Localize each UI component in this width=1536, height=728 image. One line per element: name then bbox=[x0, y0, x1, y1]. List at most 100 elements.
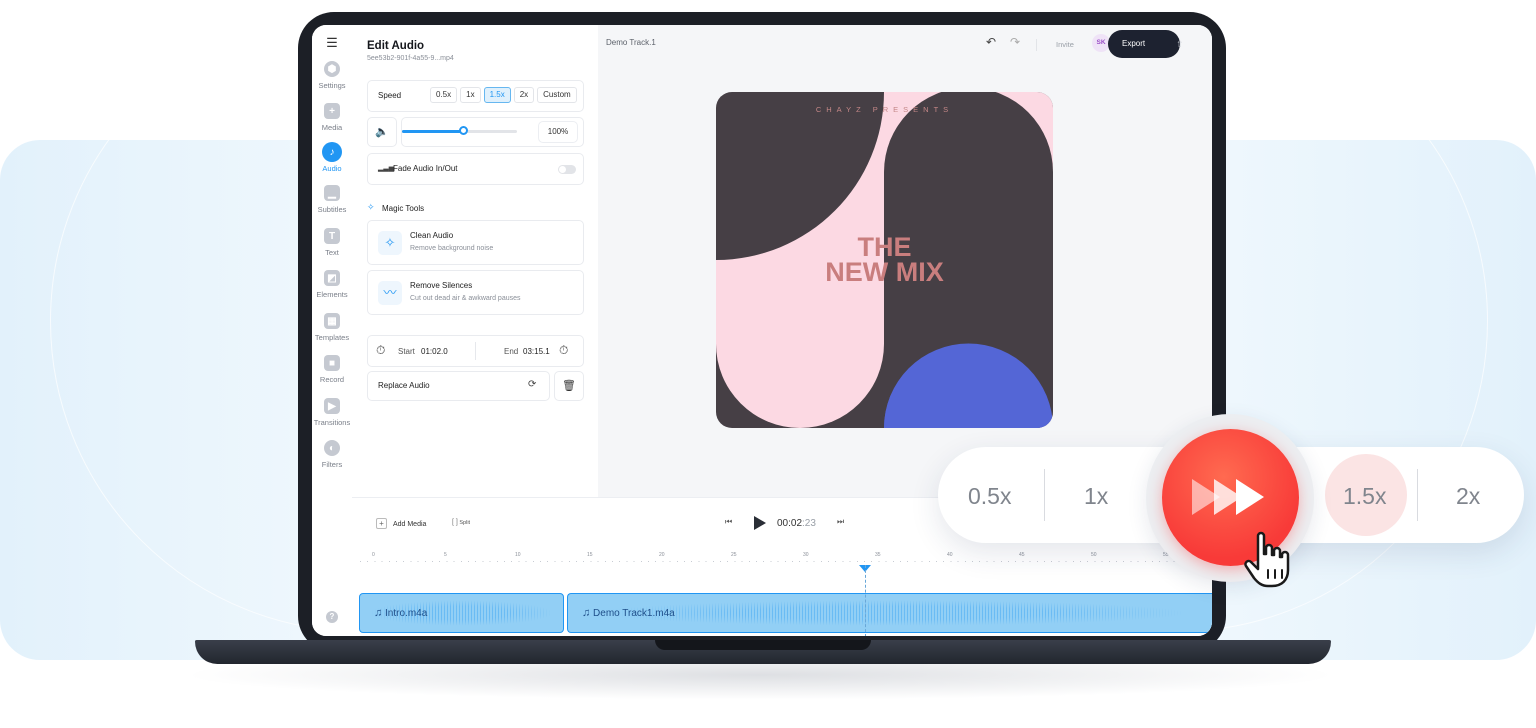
music-note-icon: ♫ bbox=[374, 607, 383, 619]
sparkles-icon: ✧ bbox=[367, 202, 375, 212]
album-cover: CHAYZ PRESENTS THE NEW MIX bbox=[716, 92, 1053, 428]
ruler-tick: 0 bbox=[372, 552, 375, 558]
cover-presents: CHAYZ PRESENTS bbox=[815, 105, 954, 114]
sidebar-item-label: Record bbox=[319, 375, 345, 384]
menu-icon[interactable]: ☰ bbox=[324, 36, 340, 49]
speed-option-custom[interactable]: Custom bbox=[537, 87, 577, 103]
sidebar-item-elements[interactable]: ◩ Elements bbox=[312, 270, 352, 299]
speed-options: 0.5x 1x 1.5x 2x Custom bbox=[430, 87, 577, 103]
tool-subtitle: Cut out dead air & awkward pauses bbox=[410, 295, 521, 302]
trim-card: ⏱ Start 01:02.0 End 03:15.1 ⏱ bbox=[367, 335, 584, 367]
overlay-speed-2x[interactable]: 2x bbox=[1456, 483, 1480, 510]
overlay-speed-0-5x[interactable]: 0.5x bbox=[968, 483, 1011, 510]
sidebar-item-label: Audio bbox=[322, 164, 342, 173]
sidebar: ☰ ⬢ Settings + Media ♪ Audio ▁ Subtitles… bbox=[312, 25, 353, 636]
add-media-button[interactable]: + Add Media bbox=[376, 518, 426, 529]
fade-toggle[interactable] bbox=[558, 165, 576, 174]
sidebar-item-audio[interactable]: ♪ Audio bbox=[312, 142, 352, 173]
ruler-tick: 10 bbox=[515, 552, 521, 558]
sidebar-item-media[interactable]: + Media bbox=[312, 103, 352, 132]
volume-slider[interactable] bbox=[402, 126, 517, 135]
skip-back-icon[interactable]: ⏮ bbox=[725, 517, 732, 527]
start-value[interactable]: 01:02.0 bbox=[421, 347, 448, 356]
text-icon: T bbox=[324, 228, 340, 244]
signal-bars-icon: ▂▃▅ bbox=[378, 165, 395, 172]
sidebar-item-label: Templates bbox=[314, 333, 350, 342]
skip-forward-icon[interactable]: ⏭ bbox=[837, 517, 844, 527]
tool-clean-audio[interactable]: ✧ Clean Audio Remove background noise bbox=[367, 220, 584, 265]
end-value[interactable]: 03:15.1 bbox=[523, 347, 550, 356]
speed-card: Speed 0.5x 1x 1.5x 2x Custom bbox=[367, 80, 584, 112]
ruler-tick: 5 bbox=[444, 552, 447, 558]
speed-option-0-5x[interactable]: 0.5x bbox=[430, 87, 458, 103]
time-frames: :23 bbox=[802, 518, 816, 529]
divider bbox=[1417, 469, 1418, 521]
redo-icon[interactable]: ↷ bbox=[1010, 35, 1020, 49]
volume-icon[interactable]: 🔈 bbox=[367, 117, 397, 147]
sidebar-item-filters[interactable]: ◐ Filters bbox=[312, 440, 352, 469]
app-window: ☰ ⬢ Settings + Media ♪ Audio ▁ Subtitles… bbox=[312, 25, 1212, 636]
ruler-tick: 50 bbox=[1091, 552, 1097, 558]
ruler-tick: 40 bbox=[947, 552, 953, 558]
ruler-tick: 35 bbox=[875, 552, 881, 558]
replace-audio-label: Replace Audio bbox=[378, 381, 430, 390]
split-button[interactable]: [ ] Split bbox=[452, 519, 470, 526]
trash-icon[interactable]: 🗑 bbox=[554, 371, 584, 401]
undo-icon[interactable]: ↶ bbox=[986, 35, 996, 49]
music-note-icon: ♪ bbox=[322, 142, 342, 162]
sidebar-item-templates[interactable]: ▦ Templates bbox=[312, 313, 352, 342]
export-button[interactable]: Export ⇧ bbox=[1108, 30, 1184, 58]
end-label: End bbox=[504, 347, 519, 356]
elements-icon: ◩ bbox=[324, 270, 340, 286]
time-main: 00:02 bbox=[777, 518, 803, 529]
plus-icon: + bbox=[324, 103, 340, 119]
timer-icon: ⏱ bbox=[559, 343, 569, 357]
invite-link[interactable]: Invite bbox=[1056, 40, 1074, 49]
panel-title: Edit Audio bbox=[367, 40, 425, 52]
volume-knob[interactable] bbox=[458, 126, 468, 135]
overlay-speed-1-5x[interactable]: 1.5x bbox=[1343, 483, 1386, 510]
clip-name: Intro.m4a bbox=[385, 608, 428, 619]
play-icon[interactable] bbox=[753, 515, 767, 536]
tool-subtitle: Remove background noise bbox=[410, 245, 494, 252]
split-icon: [ ] bbox=[452, 519, 458, 526]
laptop-notch bbox=[655, 640, 871, 650]
audio-clip-intro[interactable]: ♫ Intro.m4a bbox=[359, 593, 564, 633]
sidebar-item-label: Elements bbox=[316, 290, 348, 299]
sidebar-item-record[interactable]: ■ Record bbox=[312, 355, 352, 384]
clip-label: ♫ Demo Track1.m4a bbox=[582, 607, 675, 619]
sidebar-item-transitions[interactable]: ▶ Transitions bbox=[312, 398, 352, 427]
ruler-tick: 25 bbox=[731, 552, 737, 558]
transitions-icon: ▶ bbox=[324, 398, 340, 414]
sidebar-item-text[interactable]: T Text bbox=[312, 228, 352, 257]
sidebar-item-label: Text bbox=[325, 248, 339, 257]
sidebar-item-label: Settings bbox=[318, 81, 346, 90]
replace-audio-button[interactable]: Replace Audio ⟳ bbox=[367, 371, 550, 401]
timer-icon: ⏱ bbox=[376, 343, 386, 357]
speed-option-1-5x[interactable]: 1.5x bbox=[483, 87, 511, 103]
overlay-speed-1x[interactable]: 1x bbox=[1084, 483, 1108, 510]
speed-option-1x[interactable]: 1x bbox=[460, 87, 481, 103]
cover-title: THE NEW MIX bbox=[716, 234, 1053, 286]
divider bbox=[1044, 469, 1045, 521]
subtitles-icon: ▁ bbox=[324, 185, 340, 201]
ruler-ticks bbox=[360, 561, 1212, 562]
add-media-label: Add Media bbox=[392, 521, 427, 528]
volume-value[interactable]: 100% bbox=[538, 121, 578, 143]
speed-label: Speed bbox=[378, 91, 402, 100]
audio-clip-demo-track[interactable]: ♫ Demo Track1.m4a bbox=[567, 593, 1212, 633]
ruler-tick: 15 bbox=[587, 552, 593, 558]
ruler-tick: 45 bbox=[1019, 552, 1025, 558]
sidebar-item-settings[interactable]: ⬢ Settings bbox=[312, 61, 352, 90]
tool-remove-silences[interactable]: 〰 Remove Silences Cut out dead air & awk… bbox=[367, 270, 584, 315]
fade-label: Fade Audio In/Out bbox=[393, 164, 458, 173]
playback-time: 00:02:23 bbox=[777, 518, 816, 529]
speed-option-2x[interactable]: 2x bbox=[513, 87, 535, 103]
settings-icon: ⬢ bbox=[324, 61, 340, 77]
sidebar-item-label: Subtitles bbox=[317, 205, 347, 214]
tool-title: Clean Audio bbox=[410, 231, 454, 240]
sidebar-item-subtitles[interactable]: ▁ Subtitles bbox=[312, 185, 352, 214]
timeline-ruler: 0 5 10 15 20 25 30 35 40 45 50 55 bbox=[360, 552, 1212, 564]
help-icon[interactable]: ? bbox=[326, 611, 338, 623]
playhead[interactable] bbox=[865, 565, 867, 636]
